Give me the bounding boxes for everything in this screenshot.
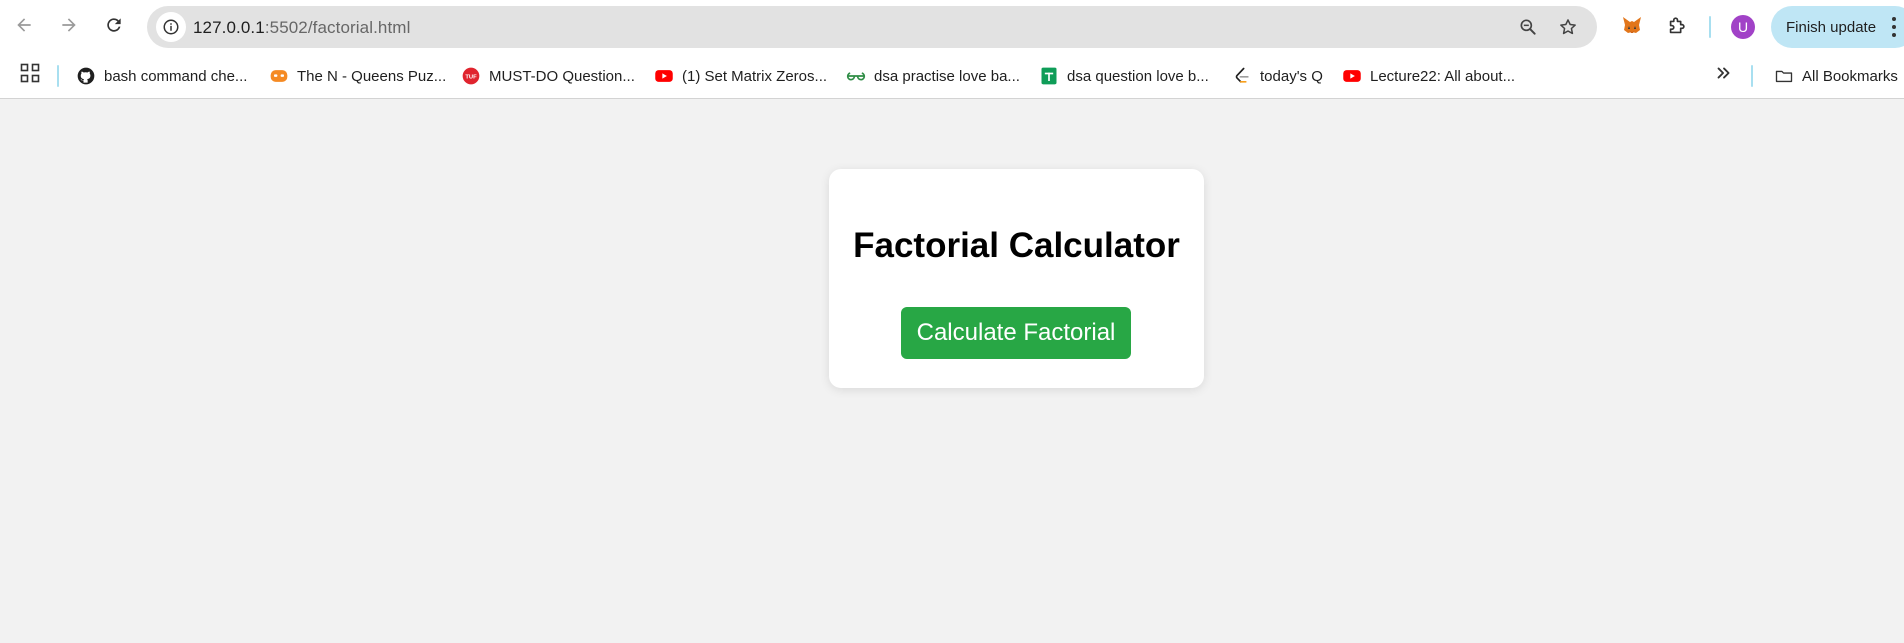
double-chevron-right-icon[interactable] [1713, 62, 1735, 84]
puzzle-icon [1669, 17, 1685, 34]
bookmark-label: today's Q [1260, 67, 1323, 85]
bookmark-item[interactable]: today's Q [1232, 63, 1323, 89]
bookmark-item[interactable]: TUF MUST-DO Question... [461, 63, 635, 89]
arrow-left-icon [17, 18, 31, 32]
url-host: 127.0.0.1 [193, 18, 265, 37]
zoom-icon [1520, 19, 1536, 35]
bookmark-label: bash command che... [104, 67, 248, 85]
bookmark-label: (1) Set Matrix Zeros... [682, 67, 828, 85]
all-bookmarks-label: All Bookmarks [1802, 67, 1898, 85]
toolbar-divider [1709, 16, 1711, 38]
bookmark-label: dsa question love b... [1067, 67, 1209, 85]
profile-avatar[interactable]: U [1731, 15, 1755, 39]
reload-icon [107, 18, 121, 32]
back-button[interactable] [8, 9, 40, 41]
bookmark-item[interactable]: The N - Queens Puz... [269, 63, 446, 89]
zoom-button[interactable] [1517, 16, 1539, 38]
github-icon [76, 66, 96, 86]
metamask-extension[interactable] [1618, 12, 1646, 40]
site-info-button[interactable] [156, 12, 186, 42]
finish-update-label: Finish update [1786, 18, 1877, 36]
reload-button[interactable] [98, 9, 130, 41]
google-sheets-icon [1039, 66, 1059, 86]
bookmarks-bar: bash command che... The N - Queens Puz..… [0, 54, 1904, 99]
codingninjas-icon [269, 66, 289, 86]
bookmark-item[interactable]: dsa practise love ba... [846, 63, 1020, 89]
metamask-fox-icon [1623, 17, 1641, 33]
youtube-icon [654, 66, 674, 86]
calculate-factorial-button[interactable]: Calculate Factorial [901, 307, 1131, 359]
bookmark-item[interactable]: bash command che... [76, 63, 247, 89]
url-text[interactable]: 127.0.0.1:5502/factorial.html [193, 18, 410, 38]
apps-grid-icon[interactable] [20, 63, 40, 83]
address-bar[interactable]: 127.0.0.1:5502/factorial.html [147, 6, 1597, 48]
bookmark-item[interactable]: dsa question love b... [1039, 63, 1209, 89]
bookmarks-divider [1751, 65, 1753, 87]
bookmark-label: dsa practise love ba... [874, 67, 1020, 85]
all-bookmarks-button[interactable]: All Bookmarks [1774, 63, 1898, 89]
folder-icon [1774, 66, 1794, 86]
tuf-icon: TUF [461, 66, 481, 86]
bookmark-item[interactable]: (1) Set Matrix Zeros... [654, 63, 827, 89]
finish-update-button[interactable]: Finish update [1771, 6, 1904, 48]
bookmark-label: The N - Queens Puz... [297, 67, 447, 85]
geeksforgeeks-icon [846, 66, 866, 86]
forward-button[interactable] [53, 9, 85, 41]
bookmark-label: Lecture22: All about... [1370, 67, 1516, 85]
arrow-right-icon [62, 18, 76, 32]
calculator-card: Factorial Calculator Calculate Factorial [829, 169, 1204, 388]
leetcode-icon [1232, 66, 1252, 86]
browser-toolbar: 127.0.0.1:5502/factorial.html U Finish u… [0, 0, 1904, 54]
svg-text:TUF: TUF [465, 75, 477, 81]
star-icon [1560, 19, 1576, 35]
extensions-button[interactable] [1663, 12, 1691, 40]
youtube-icon [1342, 66, 1362, 86]
bookmark-star-button[interactable] [1557, 16, 1579, 38]
bookmark-item[interactable]: Lecture22: All about... [1342, 63, 1515, 89]
bookmark-label: MUST-DO Question... [489, 67, 635, 85]
page-title: Factorial Calculator [853, 226, 1180, 265]
url-path: :5502/factorial.html [264, 18, 411, 37]
browser-menu-icon[interactable] [1892, 17, 1897, 37]
bookmarks-divider [57, 65, 59, 87]
info-icon [163, 19, 179, 35]
